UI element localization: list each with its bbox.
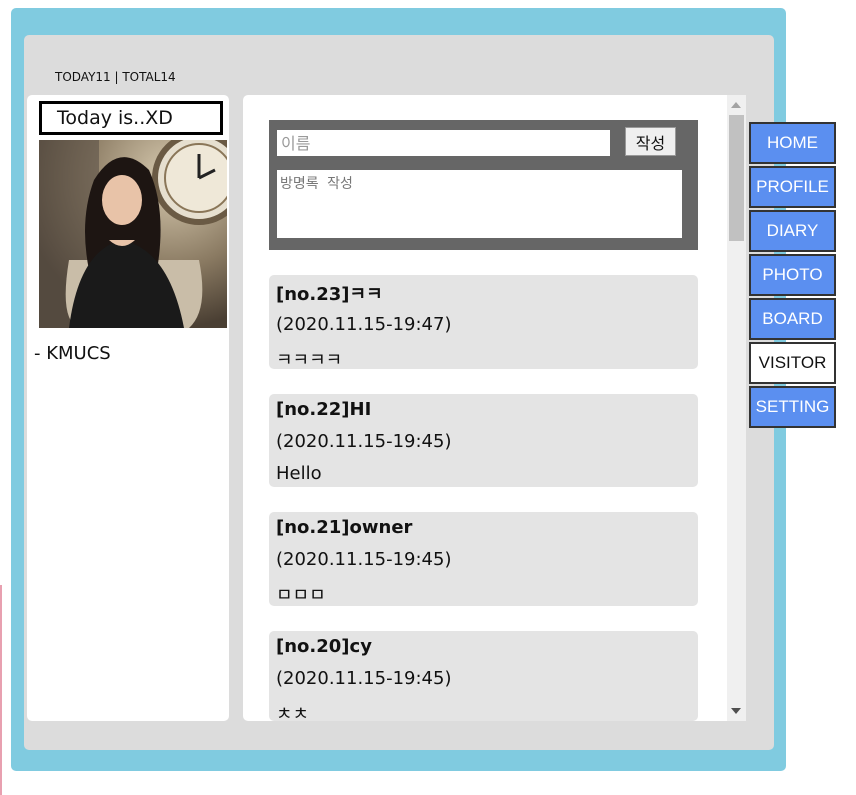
entry-title: [no.20]cy — [276, 636, 372, 657]
guestbook-scrollbar[interactable] — [727, 95, 746, 721]
nav-board[interactable]: BOARD — [749, 298, 836, 340]
nav-profile[interactable]: PROFILE — [749, 166, 836, 208]
nav-photo[interactable]: PHOTO — [749, 254, 836, 296]
page-edge-strip — [0, 585, 2, 795]
guestbook-entry: [no.21]owner (2020.11.15-19:45) ㅁㅁㅁ — [269, 512, 698, 606]
entry-body: ㅊㅊ — [276, 704, 310, 725]
nav-setting[interactable]: SETTING — [749, 386, 836, 428]
nav-visitor[interactable]: VISITOR — [749, 342, 836, 384]
submit-button[interactable]: 작성 — [625, 127, 676, 156]
guestbook-entry: [no.22]HI (2020.11.15-19:45) Hello — [269, 394, 698, 487]
entry-body: ㅁㅁㅁ — [276, 585, 326, 606]
guestbook-entry: [no.23]ㅋㅋ (2020.11.15-19:47) ㅋㅋㅋㅋ — [269, 275, 698, 371]
side-nav: HOME PROFILE DIARY PHOTO BOARD VISITOR S… — [749, 122, 836, 430]
visitor-counter: TODAY11 | TOTAL14 — [55, 70, 176, 84]
entry-title: [no.21]owner — [276, 517, 413, 538]
profile-photo-image — [39, 140, 227, 328]
entry-title: [no.22]HI — [276, 399, 372, 420]
guestbook-form: 작성 — [269, 120, 698, 250]
guestbook-content-input[interactable] — [277, 170, 682, 238]
scrollbar-thumb[interactable] — [729, 115, 744, 241]
today-mood-box: Today is..XD — [39, 101, 223, 135]
scroll-up-icon[interactable] — [731, 102, 741, 108]
nav-home[interactable]: HOME — [749, 122, 836, 164]
nav-diary[interactable]: DIARY — [749, 210, 836, 252]
scroll-down-icon[interactable] — [731, 708, 741, 714]
entry-date: (2020.11.15-19:45) — [276, 549, 452, 570]
entry-date: (2020.11.15-19:45) — [276, 668, 452, 689]
entry-body: Hello — [276, 463, 322, 484]
name-input[interactable] — [277, 130, 610, 156]
entry-body: ㅋㅋㅋㅋ — [276, 350, 343, 371]
entry-date: (2020.11.15-19:47) — [276, 314, 452, 335]
entry-title: [no.23]ㅋㅋ — [276, 284, 383, 305]
profile-photo — [39, 140, 227, 328]
guestbook-entry: [no.20]cy (2020.11.15-19:45) ㅊㅊ — [269, 631, 698, 725]
profile-name: - KMUCS — [34, 343, 111, 364]
entry-date: (2020.11.15-19:45) — [276, 431, 452, 452]
